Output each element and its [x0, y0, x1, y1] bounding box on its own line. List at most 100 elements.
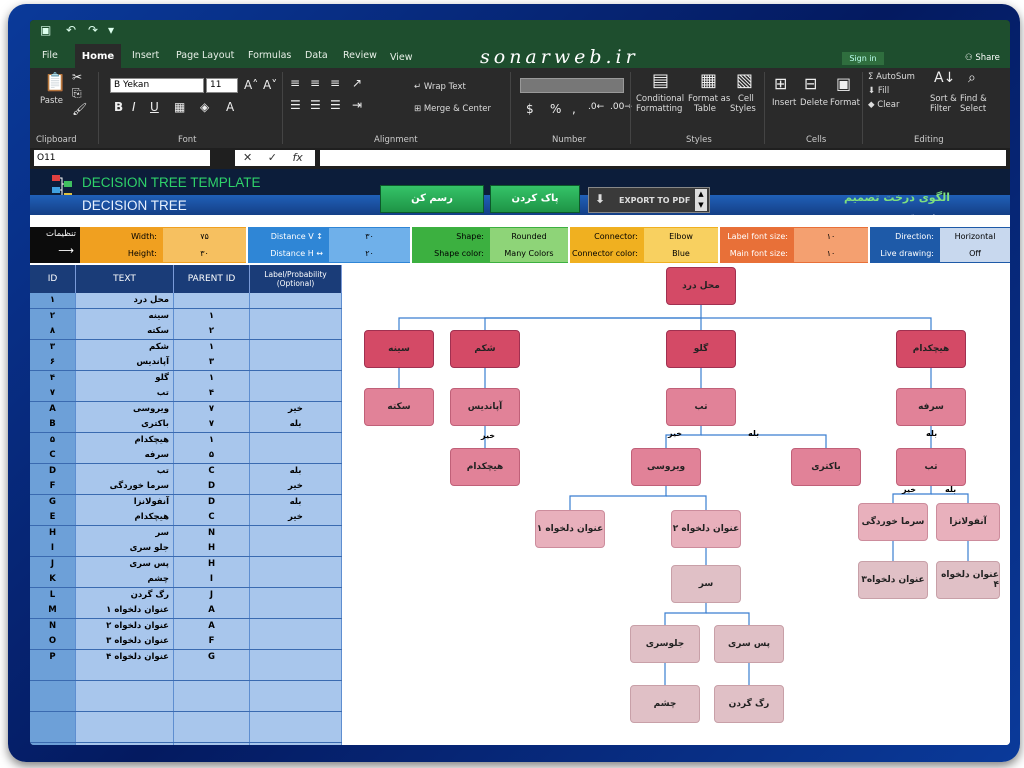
tree-node[interactable]: سکته: [364, 388, 434, 426]
cell-text[interactable]: [76, 680, 174, 696]
percent-icon[interactable]: %: [550, 102, 561, 116]
format-cells-icon[interactable]: ▣: [836, 74, 851, 93]
customize-qat-icon[interactable]: ▾: [108, 23, 114, 37]
tree-node[interactable]: گلو: [666, 330, 736, 368]
cell-text[interactable]: عنوان دلخواه ۲: [76, 618, 174, 634]
autosum-button[interactable]: Σ AutoSum: [868, 72, 915, 82]
width-value[interactable]: ۷۵: [163, 228, 246, 245]
cell-parent-id[interactable]: ۷: [174, 417, 250, 432]
cell-parent-id[interactable]: ۱: [174, 432, 250, 448]
cell-label[interactable]: بله: [250, 494, 342, 510]
cell-id[interactable]: [30, 665, 76, 680]
export-pdf-button[interactable]: ⬇ EXPORT TO PDF ▲ ▼: [588, 187, 710, 213]
tree-node[interactable]: جلوسری: [630, 625, 700, 663]
fill-button[interactable]: ⬇ Fill: [868, 86, 889, 96]
orientation-icon[interactable]: ↗: [352, 76, 362, 90]
cell-parent-id[interactable]: ۱: [174, 308, 250, 324]
tab-formulas[interactable]: Formulas: [248, 50, 291, 61]
tree-node[interactable]: هیچکدام: [450, 448, 520, 486]
cell-id[interactable]: C: [30, 448, 76, 463]
cell-text[interactable]: جلو سری: [76, 541, 174, 556]
cell-label[interactable]: [250, 649, 342, 665]
tree-node[interactable]: تب: [666, 388, 736, 426]
share-button[interactable]: ⚇ Share: [965, 53, 1000, 63]
distance-h-value[interactable]: ۲۰: [329, 245, 410, 262]
cell-label[interactable]: خیر: [250, 510, 342, 525]
tree-node[interactable]: سرفه: [896, 388, 966, 426]
cell-parent-id[interactable]: ۳: [174, 355, 250, 370]
undo-icon[interactable]: ↶: [66, 23, 76, 37]
cell-label[interactable]: خیر: [250, 479, 342, 494]
cell-parent-id[interactable]: H: [174, 541, 250, 556]
cell-text[interactable]: رگ گردن: [76, 587, 174, 603]
connector-color-value[interactable]: Blue: [644, 245, 718, 262]
cell-label[interactable]: [250, 324, 342, 339]
cell-text[interactable]: [76, 665, 174, 680]
cell-id[interactable]: ۶: [30, 355, 76, 370]
cell-id[interactable]: ۷: [30, 386, 76, 401]
cell-label[interactable]: [250, 308, 342, 324]
tree-node[interactable]: رگ گردن: [714, 685, 784, 723]
insert-cells-icon[interactable]: ⊞: [774, 74, 787, 93]
tab-home[interactable]: Home: [75, 44, 121, 68]
paste-button[interactable]: Paste: [40, 96, 63, 106]
cell-parent-id[interactable]: H: [174, 556, 250, 572]
formula-input[interactable]: [320, 150, 1006, 166]
sign-in-button[interactable]: Sign in: [842, 52, 884, 65]
copy-icon[interactable]: ⎘: [72, 86, 82, 101]
cell-id[interactable]: ۱: [30, 293, 76, 308]
distance-v-value[interactable]: ۳۰: [329, 228, 410, 245]
cell-label[interactable]: [250, 386, 342, 401]
format-painter-icon[interactable]: 🖌: [72, 102, 87, 116]
cell-text[interactable]: هیچکدام: [76, 510, 174, 525]
insert-cells-button[interactable]: Insert: [772, 98, 796, 108]
align-center-icon[interactable]: ☰: [310, 98, 321, 112]
cell-id[interactable]: ۲: [30, 308, 76, 324]
live-drawing-value[interactable]: Off: [940, 245, 1010, 262]
cell-id[interactable]: K: [30, 572, 76, 587]
cell-id[interactable]: [30, 742, 76, 745]
fill-color-icon[interactable]: ◈: [200, 100, 209, 114]
cell-id[interactable]: J: [30, 556, 76, 572]
shape-color-value[interactable]: Many Colors: [490, 245, 568, 262]
find-select-button[interactable]: Find &: [960, 94, 987, 104]
delete-cells-icon[interactable]: ⊟: [804, 74, 817, 93]
tree-node[interactable]: آپاندیس: [450, 388, 520, 426]
cell-id[interactable]: B: [30, 417, 76, 432]
main-font-value[interactable]: ۱۰: [794, 245, 868, 262]
conditional-formatting-icon[interactable]: ▤: [652, 70, 669, 91]
cell-id[interactable]: E: [30, 510, 76, 525]
conditional-formatting-button[interactable]: Conditional: [636, 94, 684, 104]
cell-label[interactable]: خیر: [250, 401, 342, 417]
font-size-box[interactable]: 11: [206, 78, 238, 93]
cell-label[interactable]: [250, 556, 342, 572]
underline-icon[interactable]: U: [150, 100, 159, 114]
number-format-box[interactable]: [520, 78, 624, 93]
cell-parent-id[interactable]: ۱: [174, 370, 250, 386]
cell-label[interactable]: [250, 370, 342, 386]
tree-node[interactable]: چشم: [630, 685, 700, 723]
connector-value[interactable]: Elbow: [644, 228, 718, 245]
decrease-decimal-icon[interactable]: .00→: [610, 102, 632, 112]
cell-parent-id[interactable]: ۵: [174, 448, 250, 463]
tree-node[interactable]: پس سری: [714, 625, 784, 663]
cell-label[interactable]: [250, 339, 342, 355]
cell-parent-id[interactable]: I: [174, 572, 250, 587]
cell-parent-id[interactable]: ۲: [174, 324, 250, 339]
italic-icon[interactable]: I: [132, 100, 136, 114]
cell-text[interactable]: سرما خوردگی: [76, 479, 174, 494]
cell-text[interactable]: [76, 711, 174, 727]
cell-text[interactable]: عنوان دلخواه ۴: [76, 649, 174, 665]
cell-text[interactable]: سر: [76, 525, 174, 541]
delete-cells-button[interactable]: Delete: [800, 98, 828, 108]
cell-label[interactable]: [250, 587, 342, 603]
cell-label[interactable]: [250, 727, 342, 742]
cell-parent-id[interactable]: ۷: [174, 401, 250, 417]
tab-file[interactable]: File: [42, 50, 58, 61]
cell-text[interactable]: عنوان دلخواه ۱: [76, 603, 174, 618]
label-font-value[interactable]: ۱۰: [794, 228, 868, 245]
tree-node[interactable]: سینه: [364, 330, 434, 368]
increase-font-icon[interactable]: A˄: [244, 78, 258, 92]
tree-node[interactable]: تب: [896, 448, 966, 486]
cell-label[interactable]: [250, 634, 342, 649]
